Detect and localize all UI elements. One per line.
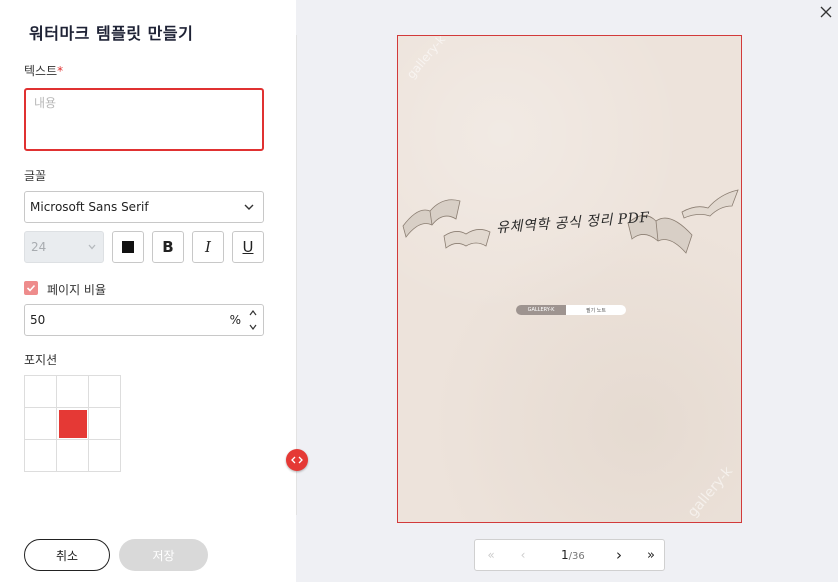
chevrons-left-right-icon <box>291 456 303 464</box>
text-label: 텍스트* <box>24 64 64 78</box>
next-page-button[interactable]: › <box>607 540 631 570</box>
preview-pill: GALLERY-K 필기 노트 <box>516 305 626 315</box>
stepper-arrows-icon[interactable] <box>247 307 259 333</box>
pagination: « ‹ 1/36 › » <box>474 539 665 571</box>
font-select[interactable]: Microsoft Sans Serif <box>24 191 264 223</box>
position-top-left[interactable] <box>25 376 57 408</box>
position-bottom-right[interactable] <box>89 440 121 472</box>
italic-button[interactable]: I <box>192 231 224 263</box>
position-top-right[interactable] <box>89 376 121 408</box>
close-icon[interactable] <box>820 6 832 18</box>
font-select-value: Microsoft Sans Serif <box>30 200 149 214</box>
pill-brand: GALLERY-K <box>516 305 566 315</box>
position-label: 포지션 <box>24 353 58 367</box>
bold-button[interactable]: B <box>152 231 184 263</box>
check-icon <box>26 284 36 292</box>
ratio-unit: % <box>229 313 241 327</box>
font-size-value: 24 <box>31 240 47 254</box>
first-page-button[interactable]: « <box>479 540 503 570</box>
save-button[interactable]: 저장 <box>119 539 208 571</box>
page-ratio-checkbox[interactable] <box>24 281 38 295</box>
collapse-toggle-button[interactable] <box>286 449 308 471</box>
page-ratio-label: 페이지 비율 <box>47 283 107 297</box>
ratio-input[interactable]: 50 % <box>24 304 264 336</box>
total-pages: /36 <box>568 551 585 562</box>
paper-texture <box>398 36 741 522</box>
position-top-center[interactable] <box>57 376 89 408</box>
chevron-down-icon <box>244 204 254 210</box>
position-center[interactable] <box>57 408 89 440</box>
ratio-value: 50 <box>30 313 46 327</box>
panel-title: 워터마크 템플릿 만들기 <box>29 24 194 43</box>
position-grid <box>24 375 121 472</box>
last-page-button[interactable]: » <box>639 540 663 570</box>
settings-panel: 워터마크 템플릿 만들기 텍스트* 내용 글꼴 Microsoft Sans S… <box>0 0 296 582</box>
current-page: 1 <box>561 548 569 562</box>
cancel-button[interactable]: 취소 <box>24 539 110 571</box>
flying-book-icon <box>681 189 739 219</box>
underline-button[interactable]: U <box>232 231 264 263</box>
position-middle-right[interactable] <box>89 408 121 440</box>
required-mark: * <box>57 64 64 78</box>
position-bottom-left[interactable] <box>25 440 57 472</box>
position-middle-left[interactable] <box>25 408 57 440</box>
font-size-select[interactable]: 24 <box>24 231 104 263</box>
watermark-text-input[interactable]: 내용 <box>24 88 264 151</box>
font-label: 글꼴 <box>24 169 47 183</box>
panel-divider <box>296 35 297 515</box>
color-button[interactable] <box>112 231 144 263</box>
position-bottom-center[interactable] <box>57 440 89 472</box>
prev-page-button[interactable]: ‹ <box>511 540 535 570</box>
page-indicator: 1/36 <box>561 548 585 562</box>
chevron-down-icon <box>88 244 96 250</box>
flying-book-icon <box>443 229 491 249</box>
color-swatch-icon <box>122 241 134 253</box>
pill-note: 필기 노트 <box>566 305 626 315</box>
document-preview-page: gallery-k gallery-k 유체역학 공식 정리 PDF GALLE… <box>397 35 742 523</box>
